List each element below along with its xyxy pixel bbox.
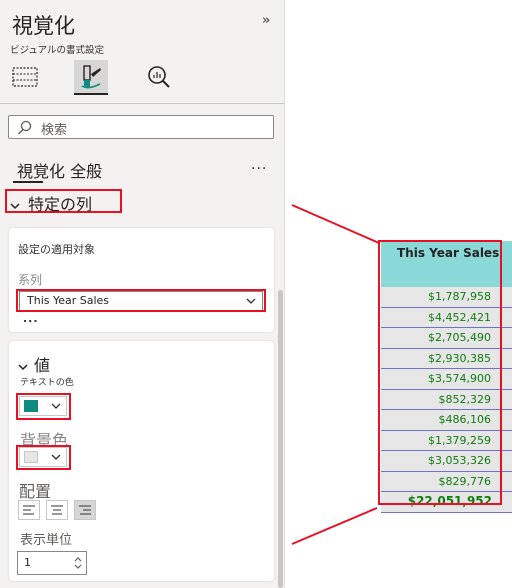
callout-line-bottom — [291, 507, 378, 545]
highlight-box — [378, 240, 502, 505]
callout-line-top — [291, 204, 380, 244]
